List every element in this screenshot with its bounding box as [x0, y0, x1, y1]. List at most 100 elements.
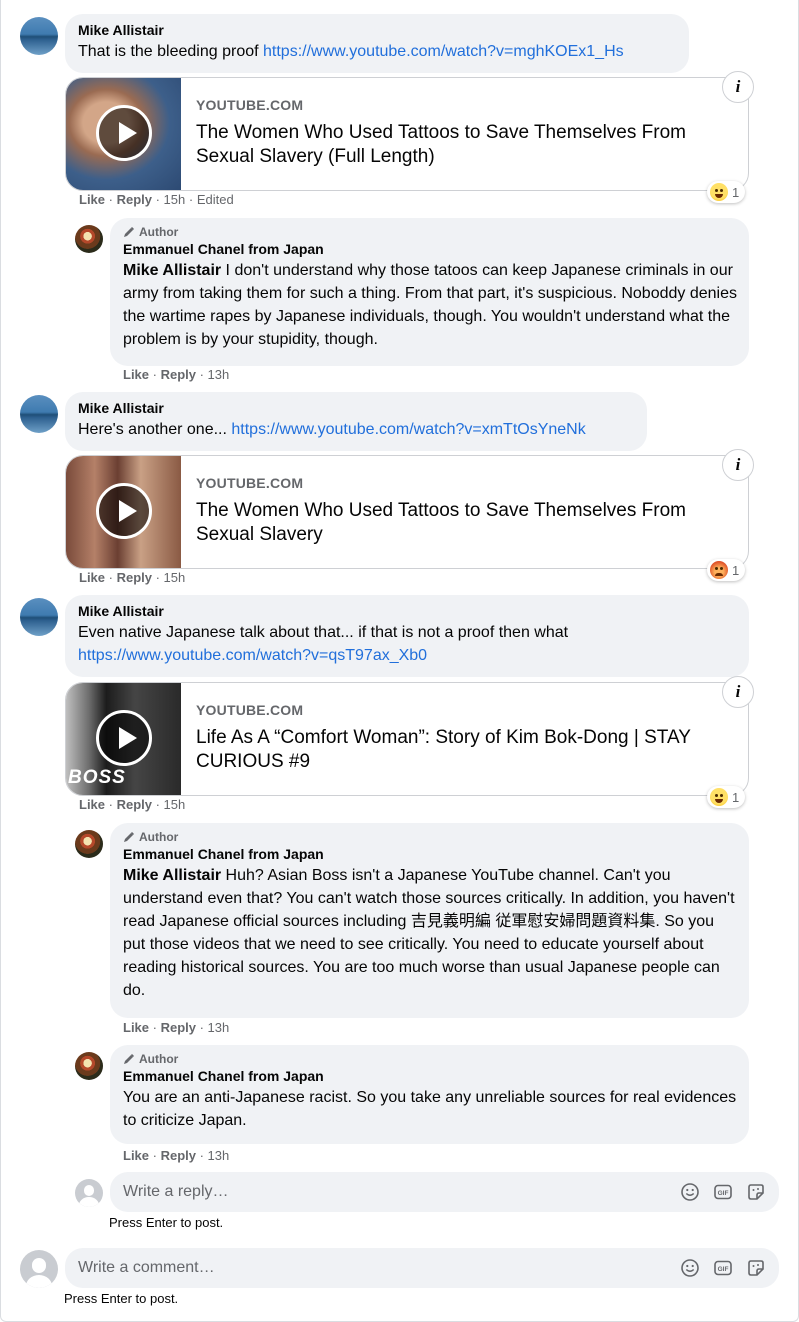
comment-actions: Like · Reply · 13h — [123, 1020, 230, 1035]
reply-button[interactable]: Reply — [117, 797, 152, 812]
avatar[interactable] — [75, 1052, 103, 1080]
link-source: YOUTUBE.COM — [196, 97, 304, 113]
like-button[interactable]: Like — [123, 367, 149, 382]
comment-author[interactable]: Emmanuel Chanel from Japan — [123, 845, 737, 864]
author-badge: Author — [123, 1051, 737, 1067]
like-button[interactable]: Like — [79, 192, 105, 207]
comment-link[interactable]: https://www.youtube.com/watch?v=qsT97ax_… — [78, 647, 427, 664]
comment-actions: Like · Reply · 15h — [79, 797, 186, 812]
link-preview-card[interactable]: YOUTUBE.COM The Women Who Used Tattoos t… — [65, 77, 749, 191]
reply-button[interactable]: Reply — [161, 1020, 196, 1035]
sticker-icon[interactable] — [745, 1181, 767, 1203]
avatar[interactable] — [75, 225, 103, 253]
play-icon[interactable] — [96, 105, 152, 161]
avatar[interactable] — [20, 395, 58, 433]
link-source: YOUTUBE.COM — [196, 702, 304, 718]
pen-icon — [124, 226, 135, 237]
reply-bubble: Author Emmanuel Chanel from Japan Mike A… — [110, 218, 749, 366]
comment-bubble: Mike Allistair Even native Japanese talk… — [65, 595, 749, 677]
reaction-count[interactable]: 1 — [707, 559, 746, 581]
pen-icon — [124, 831, 135, 842]
comment-text: You are an anti-Japanese racist. So you … — [123, 1089, 737, 1129]
comment-actions: Like · Reply · 13h — [123, 367, 230, 382]
user-avatar — [20, 1250, 58, 1288]
svg-text:GIF: GIF — [718, 1266, 729, 1273]
haha-icon — [710, 183, 728, 201]
sticker-icon[interactable] — [745, 1257, 767, 1279]
reply-bubble: Author Emmanuel Chanel from Japan Mike A… — [110, 823, 749, 1018]
comment-author[interactable]: Mike Allistair — [78, 399, 635, 418]
video-thumbnail[interactable]: BOSS — [66, 683, 181, 795]
timestamp[interactable]: 13h — [208, 1148, 230, 1163]
comment-text: Even native Japanese talk about that... … — [78, 624, 569, 641]
post-hint: Press Enter to post. — [64, 1291, 179, 1306]
emoji-icon[interactable] — [679, 1257, 701, 1279]
comment-actions: Like · Reply · 13h — [123, 1148, 230, 1163]
link-source: YOUTUBE.COM — [196, 475, 304, 491]
angry-icon — [710, 561, 728, 579]
comment-text: Mike Allistair Huh? Asian Boss isn't a J… — [123, 867, 735, 999]
haha-icon — [710, 788, 728, 806]
mention[interactable]: Mike Allistair — [123, 867, 221, 884]
comment-bubble: Mike Allistair Here's another one... htt… — [65, 392, 647, 451]
avatar[interactable] — [20, 598, 58, 636]
link-title[interactable]: Life As A “Comfort Woman”: Story of Kim … — [196, 726, 736, 774]
comment-author[interactable]: Mike Allistair — [78, 602, 737, 621]
comment-actions: Like · Reply · 15h · Edited — [79, 192, 234, 207]
link-title[interactable]: The Women Who Used Tattoos to Save Thems… — [196, 121, 736, 169]
reply-button[interactable]: Reply — [161, 367, 196, 382]
thumbnail-text: BOSS — [68, 767, 126, 788]
link-preview-card[interactable]: YOUTUBE.COM The Women Who Used Tattoos t… — [65, 455, 749, 569]
comment-link[interactable]: https://www.youtube.com/watch?v=mghKOEx1… — [263, 43, 624, 60]
timestamp[interactable]: 13h — [208, 367, 230, 382]
gif-icon[interactable]: GIF — [712, 1181, 734, 1203]
avatar[interactable] — [75, 830, 103, 858]
like-button[interactable]: Like — [123, 1020, 149, 1035]
comment-author[interactable]: Emmanuel Chanel from Japan — [123, 1067, 737, 1086]
play-icon[interactable] — [96, 483, 152, 539]
timestamp[interactable]: 13h — [208, 1020, 230, 1035]
link-title[interactable]: The Women Who Used Tattoos to Save Thems… — [196, 499, 736, 547]
like-button[interactable]: Like — [123, 1148, 149, 1163]
like-button[interactable]: Like — [79, 570, 105, 585]
like-button[interactable]: Like — [79, 797, 105, 812]
emoji-icon[interactable] — [679, 1181, 701, 1203]
comment-author[interactable]: Emmanuel Chanel from Japan — [123, 240, 737, 259]
reaction-count[interactable]: 1 — [707, 786, 746, 808]
timestamp[interactable]: 15h — [164, 192, 186, 207]
author-badge: Author — [123, 829, 737, 845]
reply-button[interactable]: Reply — [117, 570, 152, 585]
author-badge: Author — [123, 224, 737, 240]
video-thumbnail[interactable] — [66, 456, 181, 568]
reaction-count[interactable]: 1 — [707, 181, 746, 203]
input-tools: GIF — [679, 1181, 767, 1203]
timestamp[interactable]: 15h — [164, 797, 186, 812]
avatar[interactable] — [20, 17, 58, 55]
pen-icon — [124, 1053, 135, 1064]
comment-input-box[interactable]: GIF — [65, 1248, 779, 1288]
reply-button[interactable]: Reply — [161, 1148, 196, 1163]
reply-button[interactable]: Reply — [117, 192, 152, 207]
reply-input[interactable] — [123, 1183, 679, 1201]
input-tools: GIF — [679, 1257, 767, 1279]
gif-icon[interactable]: GIF — [712, 1257, 734, 1279]
info-icon[interactable]: i — [722, 676, 754, 708]
info-icon[interactable]: i — [722, 71, 754, 103]
comment-bubble: Mike Allistair That is the bleeding proo… — [65, 14, 689, 73]
comment-author[interactable]: Mike Allistair — [78, 21, 677, 40]
comment-input[interactable] — [78, 1259, 679, 1277]
video-thumbnail[interactable] — [66, 78, 181, 190]
reply-input-box[interactable]: GIF — [110, 1172, 779, 1212]
comment-actions: Like · Reply · 15h — [79, 570, 186, 585]
mention[interactable]: Mike Allistair — [123, 262, 221, 279]
timestamp[interactable]: 15h — [164, 570, 186, 585]
comment-link[interactable]: https://www.youtube.com/watch?v=xmTtOsYn… — [231, 421, 585, 438]
reply-bubble: Author Emmanuel Chanel from Japan You ar… — [110, 1045, 749, 1144]
edited-label[interactable]: Edited — [197, 192, 234, 207]
svg-text:GIF: GIF — [718, 1190, 729, 1197]
comment-text: That is the bleeding proof — [78, 43, 259, 60]
play-icon[interactable] — [96, 710, 152, 766]
link-preview-card[interactable]: BOSS YOUTUBE.COM Life As A “Comfort Woma… — [65, 682, 749, 796]
user-avatar — [75, 1179, 103, 1207]
info-icon[interactable]: i — [722, 449, 754, 481]
